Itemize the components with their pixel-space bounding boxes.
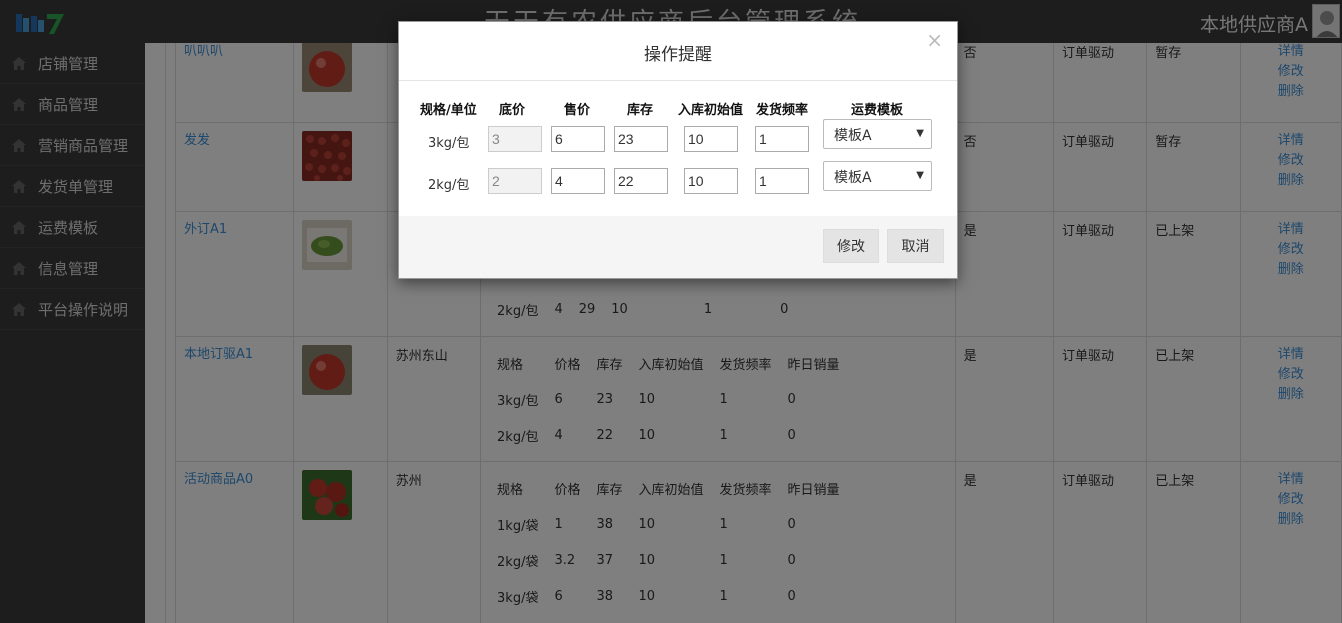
col-header-unit: 规格/单位 (420, 103, 477, 118)
sale-price-input[interactable] (551, 168, 605, 194)
col-header-init: 入库初始值 (678, 103, 744, 118)
freight-template-select[interactable]: 模板A ▼ (823, 161, 932, 191)
caret-down-icon: ▼ (916, 170, 924, 181)
base-price-input (488, 126, 542, 152)
caret-down-icon: ▼ (916, 128, 924, 139)
stock-input[interactable] (614, 168, 668, 194)
modal-body: 规格/单位 底价 售价 库存 入库初始值 发货频率 运费模板 3kg/包 模板A… (399, 81, 957, 218)
spec-unit-label: 3kg/包 (428, 136, 470, 151)
edit-spec-modal: 操作提醒 × 规格/单位 底价 售价 库存 入库初始值 发货频率 运费模板 3k… (398, 21, 958, 279)
sale-price-input[interactable] (551, 126, 605, 152)
col-header-template: 运费模板 (851, 103, 904, 118)
modal-footer: 修改 取消 (399, 216, 957, 278)
freight-template-select[interactable]: 模板A ▼ (823, 119, 932, 149)
ship-frequency-input[interactable] (755, 168, 809, 194)
close-icon[interactable]: × (926, 28, 943, 52)
init-stock-input[interactable] (684, 168, 738, 194)
cancel-button[interactable]: 取消 (887, 229, 944, 263)
select-value: 模板A (834, 170, 872, 186)
col-header-freq: 发货频率 (756, 103, 809, 118)
stock-input[interactable] (614, 126, 668, 152)
col-header-price: 售价 (564, 103, 591, 118)
modal-header: 操作提醒 × (399, 22, 957, 81)
spec-unit-label: 2kg/包 (428, 178, 470, 193)
col-header-stock: 库存 (627, 103, 654, 118)
ship-frequency-input[interactable] (755, 126, 809, 152)
modal-title: 操作提醒 (644, 45, 712, 65)
init-stock-input[interactable] (684, 126, 738, 152)
col-header-base: 底价 (499, 103, 526, 118)
base-price-input (488, 168, 542, 194)
select-value: 模板A (834, 128, 872, 144)
confirm-edit-button[interactable]: 修改 (823, 229, 879, 263)
